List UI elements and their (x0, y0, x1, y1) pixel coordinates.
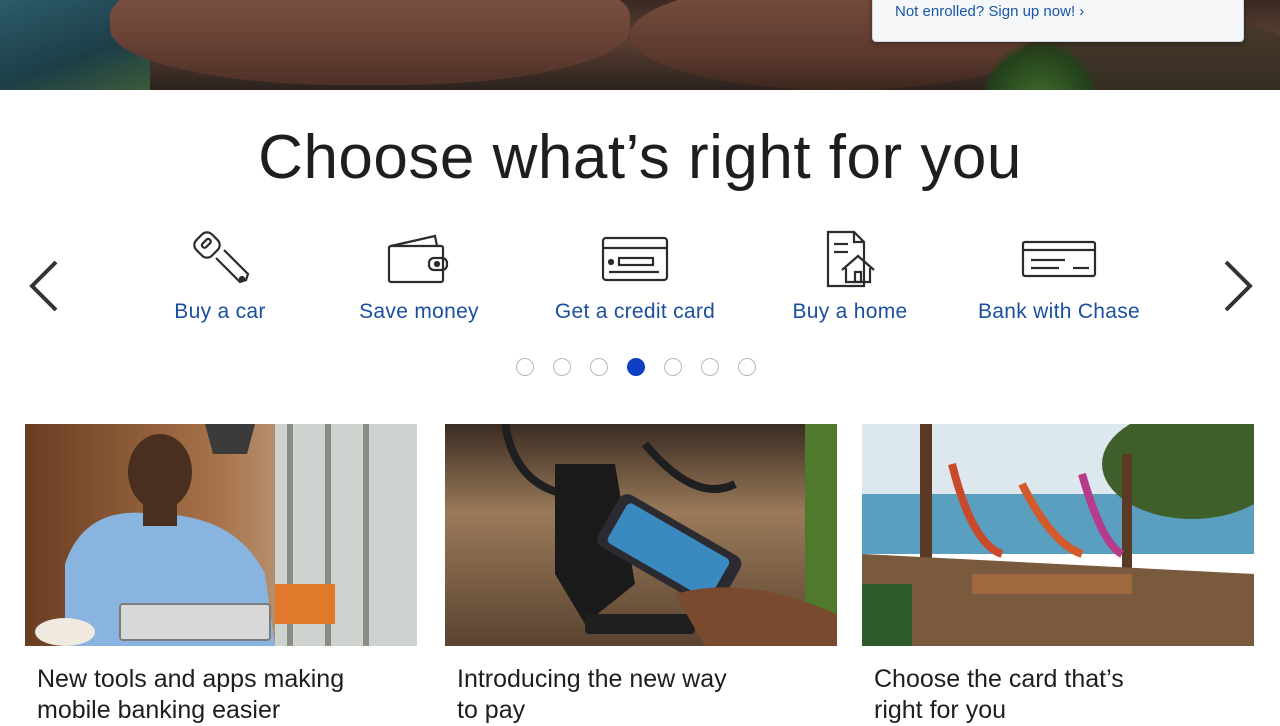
chevron-right-icon (1224, 260, 1253, 312)
tile-label: Buy a car (174, 300, 266, 323)
pagination-dot[interactable] (664, 358, 682, 376)
signup-link[interactable]: Not enrolled? Sign up now! › (895, 3, 1084, 20)
caption-line: Introducing the new way (457, 665, 727, 693)
tile-label: Buy a home (792, 300, 908, 323)
tile-get-a-credit-card[interactable]: Get a credit card (540, 228, 730, 328)
caption-line: mobile banking easier (37, 696, 281, 724)
tile-label: Bank with Chase (977, 300, 1141, 323)
card-image-man-with-tablet (25, 424, 417, 646)
pagination-dot[interactable] (738, 358, 756, 376)
card-image-beach-deck (862, 424, 1254, 646)
caption-line: to pay (457, 696, 526, 724)
carousel-prev-button[interactable] (24, 258, 64, 314)
check-icon (1021, 240, 1097, 278)
tile-save-money[interactable]: Save money (344, 228, 494, 328)
feature-card-choose-card[interactable]: Choose the card that’s right for you (862, 424, 1254, 726)
hero-banner: Not enrolled? Sign up now! › (0, 0, 1280, 90)
pagination-dot[interactable] (553, 358, 571, 376)
pagination-dot[interactable] (516, 358, 534, 376)
chevron-left-icon (29, 260, 58, 312)
credit-card-icon (601, 236, 669, 282)
caption-line: Choose the card that’s (874, 665, 1124, 693)
caption-line: New tools and apps making (37, 665, 345, 693)
card-caption: Introducing the new way to pay (445, 664, 837, 726)
section-title: Choose what’s right for you (258, 123, 1022, 192)
pagination-dot-active[interactable] (627, 358, 645, 376)
card-caption: Choose the card that’s right for you (862, 664, 1254, 726)
tile-buy-a-car[interactable]: Buy a car (150, 228, 290, 328)
tile-bank-with-chase[interactable]: Bank with Chase (966, 228, 1152, 328)
feature-card-mobile-banking[interactable]: New tools and apps making mobile banking… (25, 424, 417, 726)
carousel-pagination (516, 358, 756, 378)
caption-line: right for you (874, 696, 1007, 724)
hero-rock (110, 0, 630, 85)
carousel-next-button[interactable] (1218, 258, 1258, 314)
car-key-icon (193, 231, 250, 284)
card-image-contactless-payment (445, 424, 837, 646)
tile-buy-a-home[interactable]: Buy a home (780, 228, 920, 328)
wallet-icon (387, 234, 449, 284)
tile-label: Get a credit card (554, 300, 716, 323)
feature-card-new-way-to-pay[interactable]: Introducing the new way to pay (445, 424, 837, 726)
tile-label: Save money (359, 300, 479, 323)
login-card: Not enrolled? Sign up now! › (872, 0, 1244, 42)
card-caption: New tools and apps making mobile banking… (25, 664, 417, 726)
pagination-dot[interactable] (590, 358, 608, 376)
pagination-dot[interactable] (701, 358, 719, 376)
house-document-icon (826, 230, 875, 288)
hero-plant (980, 40, 1100, 90)
